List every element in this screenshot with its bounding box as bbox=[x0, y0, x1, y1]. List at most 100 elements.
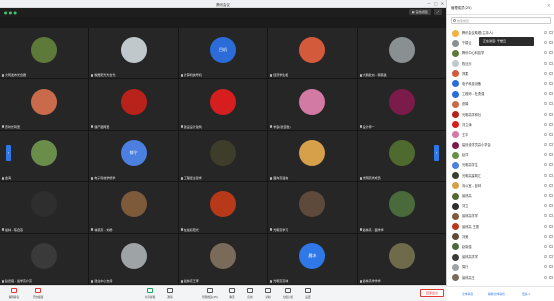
chat-button[interactable]: 聊天 bbox=[222, 287, 242, 301]
manage-members-button[interactable]: 管理成员(25) bbox=[196, 287, 224, 301]
mic-icon[interactable] bbox=[544, 71, 547, 75]
participant-row[interactable]: 光明高建筑汇 bbox=[447, 171, 554, 181]
participant-row[interactable]: 光明高学和社 bbox=[447, 110, 554, 120]
video-tile[interactable]: 金海 bbox=[0, 130, 89, 182]
mic-icon[interactable] bbox=[544, 112, 547, 116]
video-tile[interactable]: 目机 计算机信号机 bbox=[178, 28, 268, 79]
camera-icon[interactable] bbox=[549, 214, 553, 218]
video-tile[interactable]: 经济学生和 bbox=[268, 28, 357, 79]
camera-icon[interactable] bbox=[549, 194, 553, 197]
participant-row[interactable]: 最林高学学 bbox=[447, 252, 554, 262]
camera-icon[interactable] bbox=[549, 163, 553, 167]
video-tile[interactable]: 光明高学习 bbox=[268, 182, 357, 233]
participant-search-input[interactable]: 搜索成员 bbox=[451, 17, 551, 24]
maximize-icon[interactable]: □ bbox=[434, 1, 438, 6]
mic-icon[interactable] bbox=[544, 214, 547, 218]
camera-icon[interactable] bbox=[549, 265, 553, 269]
video-tile[interactable]: 僵尸图阿里 bbox=[89, 79, 178, 130]
video-tile[interactable]: 大鹅欧洲 - 韩韩鑫 bbox=[357, 28, 446, 79]
breakout-button[interactable]: 分组讨论 bbox=[278, 287, 298, 301]
camera-icon[interactable] bbox=[549, 31, 553, 34]
mic-icon[interactable] bbox=[544, 173, 547, 177]
camera-icon[interactable] bbox=[549, 112, 553, 116]
unmute-all-button[interactable]: 解除全体静音 bbox=[488, 291, 505, 298]
video-tile[interactable]: 工程经主建学 bbox=[178, 130, 268, 182]
camera-icon[interactable] bbox=[549, 234, 553, 238]
camera-icon[interactable] bbox=[549, 102, 553, 106]
participant-row[interactable]: 最林高 王丽 bbox=[447, 222, 554, 232]
close-icon[interactable]: ✕ bbox=[441, 1, 444, 6]
camera-icon[interactable] bbox=[549, 244, 553, 248]
camera-icon[interactable] bbox=[549, 122, 553, 126]
participant-row[interactable]: 电子科技设备 bbox=[447, 79, 554, 89]
participant-row[interactable]: 陈丝乐 bbox=[447, 59, 554, 69]
participant-row[interactable]: 周行 bbox=[447, 262, 554, 272]
video-tile[interactable]: 光明高学成员 bbox=[357, 130, 446, 182]
mic-icon[interactable] bbox=[544, 81, 547, 85]
camera-icon[interactable] bbox=[549, 81, 553, 85]
camera-icon[interactable] bbox=[549, 92, 553, 96]
apps-button[interactable]: 应用 bbox=[240, 287, 260, 301]
video-tile[interactable]: 晚霞阳光光合光 bbox=[89, 28, 178, 79]
share-screen-button[interactable]: 共享屏幕 bbox=[140, 287, 160, 301]
mute-button[interactable]: 解除静音 bbox=[4, 287, 24, 301]
camera-icon[interactable] bbox=[549, 71, 553, 75]
participant-row[interactable]: 最林高学学 bbox=[447, 211, 554, 221]
next-page-arrow-icon[interactable]: › bbox=[434, 145, 439, 161]
end-meeting-button[interactable]: 结束会议 bbox=[420, 289, 444, 297]
camera-icon[interactable] bbox=[549, 41, 553, 45]
mic-icon[interactable] bbox=[544, 92, 547, 96]
camera-icon[interactable] bbox=[549, 132, 553, 136]
video-tile[interactable]: 设计师一 bbox=[357, 79, 446, 130]
participant-row[interactable]: 最林高王 bbox=[447, 273, 554, 283]
video-tile[interactable]: 大阿发布光合器 bbox=[0, 28, 89, 79]
video-tile[interactable]: 历时长阿里 bbox=[0, 79, 89, 130]
camera-icon[interactable] bbox=[549, 173, 553, 177]
participant-row[interactable]: 刘立 bbox=[447, 201, 554, 211]
mic-icon[interactable] bbox=[544, 31, 547, 34]
fullscreen-icon[interactable]: ⤢ bbox=[433, 9, 442, 15]
mic-icon[interactable] bbox=[544, 132, 547, 136]
camera-icon[interactable] bbox=[549, 183, 553, 187]
video-tile[interactable]: 林源高 - 刘杨 bbox=[89, 182, 178, 233]
camera-icon[interactable] bbox=[549, 153, 553, 157]
mic-icon[interactable] bbox=[544, 143, 547, 147]
participant-row[interactable]: 腾讯中心科技学 bbox=[447, 48, 554, 58]
participant-row[interactable]: 光明高学生 bbox=[447, 160, 554, 170]
mic-icon[interactable] bbox=[544, 244, 547, 248]
more-button[interactable]: 更多 ▾ bbox=[522, 291, 530, 298]
participant-row[interactable]: 赵洋 bbox=[447, 150, 554, 160]
mic-icon[interactable] bbox=[544, 61, 547, 65]
video-tile[interactable]: 在最初阳光 bbox=[178, 182, 268, 233]
meeting-info-icon[interactable]: ● ● ● bbox=[4, 10, 17, 15]
mic-icon[interactable] bbox=[544, 224, 547, 228]
camera-icon[interactable] bbox=[549, 61, 553, 65]
camera-icon[interactable] bbox=[549, 224, 553, 228]
video-tile[interactable]: 最林高王李 bbox=[178, 233, 268, 284]
participant-row[interactable]: 刘立涛 bbox=[447, 120, 554, 130]
video-tile[interactable]: 最林高 - 面学学 bbox=[357, 182, 446, 233]
camera-icon[interactable] bbox=[549, 51, 553, 55]
participant-row[interactable]: 工程师 - 杜勇强 bbox=[447, 89, 554, 99]
video-tile[interactable]: 建业中心支持 bbox=[89, 233, 178, 284]
mic-icon[interactable] bbox=[544, 194, 547, 197]
mic-icon[interactable] bbox=[544, 265, 547, 269]
participant-row[interactable]: 建设设学员高小学会 bbox=[447, 140, 554, 150]
mic-icon[interactable] bbox=[544, 153, 547, 157]
mic-icon[interactable] bbox=[544, 51, 547, 55]
participant-row[interactable]: 向公室 - 彭林 bbox=[447, 181, 554, 191]
camera-icon[interactable] bbox=[549, 143, 553, 147]
camera-icon[interactable] bbox=[549, 275, 553, 279]
mic-icon[interactable] bbox=[544, 275, 547, 279]
mic-icon[interactable] bbox=[544, 183, 547, 187]
participant-row[interactable]: 张娟 bbox=[447, 99, 554, 109]
record-button[interactable]: 录制 bbox=[258, 287, 278, 301]
mic-icon[interactable] bbox=[544, 204, 547, 208]
video-tile[interactable]: 晨冰 光明高高林 bbox=[268, 233, 357, 284]
prev-page-arrow-icon[interactable]: ‹ bbox=[6, 145, 11, 161]
panel-close-icon[interactable]: × bbox=[547, 3, 551, 9]
video-button[interactable]: 开启视频 bbox=[28, 287, 48, 301]
participant-row[interactable]: 王平 bbox=[447, 130, 554, 140]
video-tile[interactable]: 学霸(张百胜) bbox=[268, 79, 357, 130]
mic-icon[interactable] bbox=[544, 255, 547, 259]
